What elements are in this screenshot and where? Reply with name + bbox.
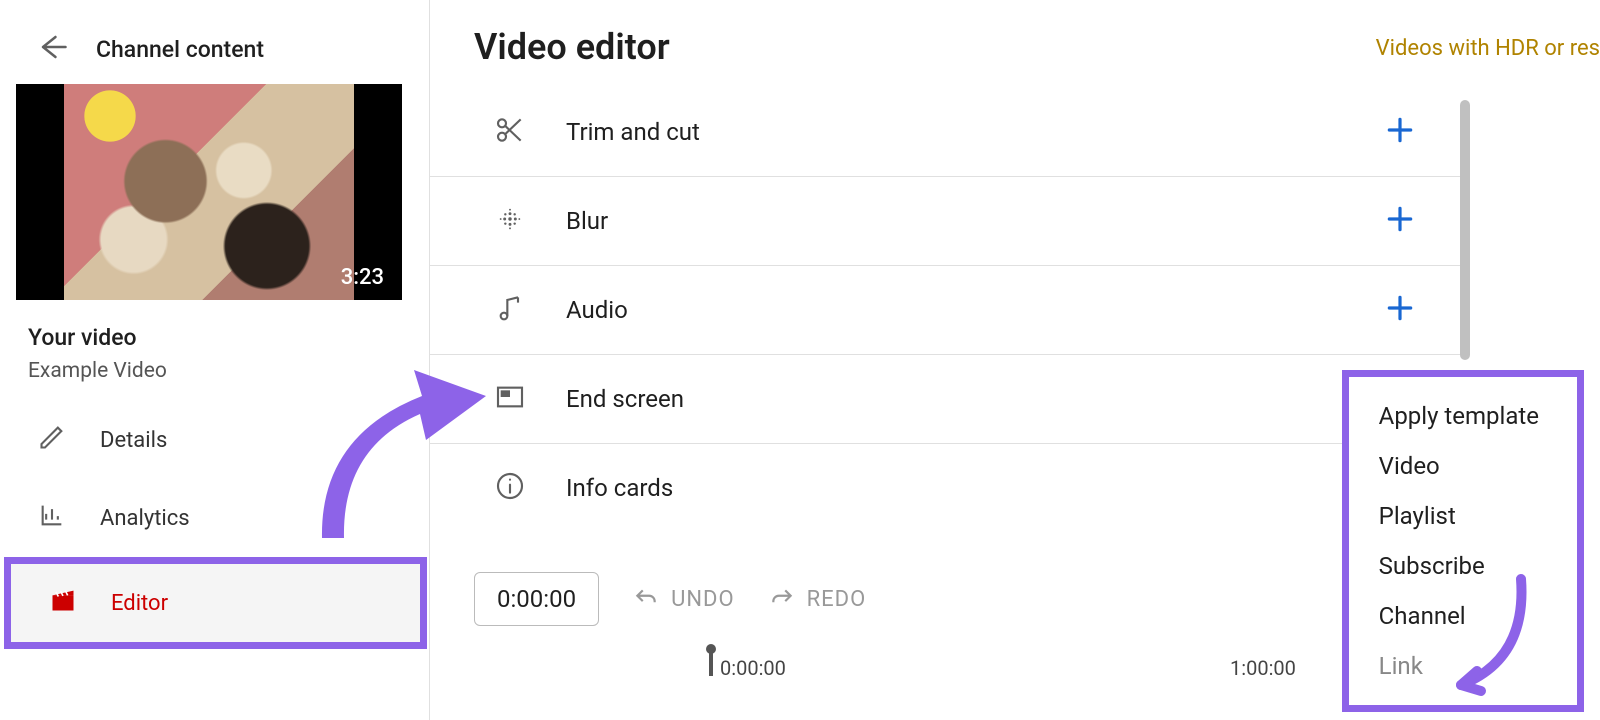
sidebar-item-editor[interactable]: Editor	[11, 564, 420, 642]
sidebar-item-details[interactable]: Details	[0, 401, 429, 479]
music-note-icon	[494, 292, 526, 328]
tool-info-cards[interactable]: Info cards	[430, 444, 1460, 532]
dropdown-item-channel[interactable]: Channel	[1371, 591, 1547, 641]
tool-label: End screen	[566, 385, 684, 413]
redo-button[interactable]: REDO	[769, 586, 867, 612]
back-arrow-icon[interactable]	[38, 32, 68, 66]
plus-icon[interactable]	[1384, 203, 1416, 239]
redo-icon	[769, 586, 795, 612]
video-thumbnail-image	[64, 84, 354, 300]
tool-end-screen[interactable]: End screen	[430, 355, 1460, 444]
plus-icon[interactable]	[1384, 292, 1416, 328]
redo-label: REDO	[807, 587, 867, 612]
video-thumbnail[interactable]: 3:23	[16, 84, 402, 300]
clapboard-icon	[49, 586, 77, 620]
tool-label: Info cards	[566, 474, 673, 502]
pencil-icon	[38, 423, 66, 457]
timeline-tick: 1:00:00	[1230, 656, 1296, 680]
undo-icon	[633, 586, 659, 612]
video-title: Example Video	[28, 359, 401, 383]
sidebar-item-label: Details	[100, 428, 167, 453]
your-video-heading: Your video	[28, 324, 401, 351]
timeline-playhead[interactable]	[706, 652, 716, 680]
scrollbar[interactable]	[1460, 100, 1470, 360]
dropdown-item-playlist[interactable]: Playlist	[1371, 491, 1547, 541]
undo-label: UNDO	[671, 587, 735, 612]
hdr-info-link[interactable]: Videos with HDR or res	[1376, 26, 1600, 61]
blur-icon	[494, 203, 526, 239]
dropdown-item-video[interactable]: Video	[1371, 441, 1547, 491]
plus-icon[interactable]	[1384, 114, 1416, 150]
annotation-highlight-editor: Editor	[4, 557, 427, 649]
scissors-icon	[494, 114, 526, 150]
tool-trim-and-cut[interactable]: Trim and cut	[430, 88, 1460, 177]
undo-button[interactable]: UNDO	[633, 586, 735, 612]
sidebar-item-analytics[interactable]: Analytics	[0, 479, 429, 557]
sidebar-item-label: Editor	[111, 591, 168, 616]
analytics-icon	[38, 501, 66, 535]
end-screen-icon	[494, 381, 526, 417]
dropdown-item-link[interactable]: Link	[1371, 641, 1547, 691]
end-screen-dropdown: Apply template Video Playlist Subscribe …	[1342, 370, 1584, 712]
timeline-tick: 0:00:00	[720, 656, 786, 680]
tool-blur[interactable]: Blur	[430, 177, 1460, 266]
tool-label: Blur	[566, 207, 608, 235]
tool-label: Audio	[566, 296, 628, 324]
page-title: Video editor	[474, 26, 670, 68]
tool-audio[interactable]: Audio	[430, 266, 1460, 355]
sidebar: Channel content 3:23 Your video Example …	[0, 0, 430, 720]
sidebar-item-label: Analytics	[100, 506, 190, 531]
sidebar-title: Channel content	[96, 36, 264, 63]
video-duration: 3:23	[341, 265, 384, 290]
current-time-input[interactable]: 0:00:00	[474, 572, 599, 626]
tool-label: Trim and cut	[566, 118, 700, 146]
dropdown-item-subscribe[interactable]: Subscribe	[1371, 541, 1547, 591]
info-icon	[494, 470, 526, 506]
dropdown-item-apply-template[interactable]: Apply template	[1371, 391, 1547, 441]
